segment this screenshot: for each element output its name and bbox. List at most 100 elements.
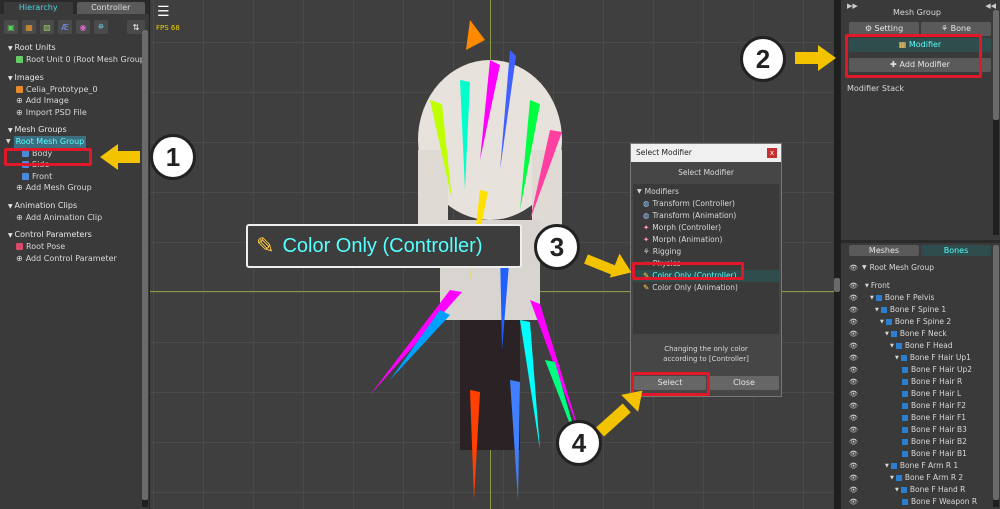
bone-row[interactable]: 👁 ▼ Bone F Spine 2 bbox=[849, 316, 991, 328]
section-title[interactable]: Control Parameters bbox=[8, 229, 149, 241]
list-item-root-mesh-group[interactable]: ▼ Root Mesh Group bbox=[6, 136, 149, 148]
eye-icon[interactable]: 👁 bbox=[849, 412, 859, 424]
modifier-item[interactable]: ✎ Color Only (Animation) bbox=[633, 282, 779, 294]
tab-bones[interactable]: Bones bbox=[921, 245, 991, 256]
modifier-item[interactable]: ⚘ Rigging bbox=[633, 246, 779, 258]
expand-icon[interactable]: ▼ bbox=[875, 304, 879, 316]
expand-icon[interactable]: ▼ bbox=[890, 472, 894, 484]
bone-label: Bone F Hair B1 bbox=[911, 449, 967, 458]
zoom-callout: ✎ Color Only (Controller) bbox=[246, 224, 522, 268]
bone-icon bbox=[902, 499, 908, 505]
scroll-thumb[interactable] bbox=[993, 245, 999, 500]
list-item[interactable]: ⊕ Add Control Parameter bbox=[8, 253, 149, 265]
modifier-item[interactable]: ✦ Morph (Controller) bbox=[633, 222, 779, 234]
bone-row[interactable]: 👁 Bone F Hair L bbox=[849, 388, 991, 400]
bone-row[interactable]: 👁 Bone F Hair Up2 bbox=[849, 364, 991, 376]
bone-row[interactable]: 👁 Bone F Hair F2 bbox=[849, 400, 991, 412]
bone-row[interactable]: 👁 Bone F Hair B1 bbox=[849, 448, 991, 460]
left-scrollbar[interactable] bbox=[142, 30, 148, 507]
eye-icon[interactable]: 👁 bbox=[849, 292, 859, 304]
bone-row[interactable]: 👁 ▼ Bone F Head bbox=[849, 340, 991, 352]
bone-icon bbox=[902, 451, 908, 457]
eye-icon[interactable]: 👁 bbox=[849, 436, 859, 448]
param-tool-icon[interactable]: ◉ bbox=[76, 20, 90, 34]
list-item[interactable]: Root Pose bbox=[8, 241, 149, 253]
eye-icon[interactable]: 👁 bbox=[849, 364, 859, 376]
bone-row[interactable]: 👁 ▼ Bone F Spine 1 bbox=[849, 304, 991, 316]
list-item[interactable]: Celia_Prototype_0 bbox=[8, 84, 149, 96]
eye-icon[interactable]: 👁 bbox=[849, 448, 859, 460]
modifier-item[interactable]: ◍ Transform (Controller) bbox=[633, 198, 779, 210]
scroll-thumb[interactable] bbox=[993, 10, 999, 120]
eye-icon[interactable]: 👁 bbox=[849, 388, 859, 400]
eye-icon[interactable]: 👁 bbox=[849, 484, 859, 496]
bone-row[interactable]: 👁 Bone F Weapon R bbox=[849, 496, 991, 508]
modifier-item[interactable]: ✦ Morph (Animation) bbox=[633, 234, 779, 246]
bone-row[interactable]: 👁 ▼ Bone F Arm R 1 bbox=[849, 460, 991, 472]
eye-icon[interactable]: 👁 bbox=[849, 304, 859, 316]
eye-icon[interactable]: 👁 bbox=[849, 316, 859, 328]
bone-row[interactable]: 👁 ▼ Front bbox=[849, 280, 991, 292]
bone-row[interactable]: 👁 ▼ Bone F Neck bbox=[849, 328, 991, 340]
eye-icon[interactable]: 👁 bbox=[849, 352, 859, 364]
bone-row[interactable]: 👁 Bone F Hair R bbox=[849, 376, 991, 388]
anim-tool-icon[interactable]: Æ bbox=[58, 20, 72, 34]
section-title[interactable]: Mesh Groups bbox=[8, 124, 149, 136]
bone-row[interactable]: 👁 Bone F Hair B2 bbox=[849, 436, 991, 448]
eye-icon[interactable]: 👁 bbox=[849, 262, 859, 274]
image-tool-icon[interactable]: ▦ bbox=[22, 20, 36, 34]
section-title[interactable]: Animation Clips bbox=[8, 200, 149, 212]
list-item[interactable]: Front bbox=[8, 171, 149, 183]
bone[interactable] bbox=[520, 320, 540, 450]
list-item[interactable]: ⊕ Add Animation Clip bbox=[8, 212, 149, 224]
eye-icon[interactable]: 👁 bbox=[849, 328, 859, 340]
list-item[interactable]: ⊕ Add Image bbox=[8, 95, 149, 107]
eye-icon[interactable]: 👁 bbox=[849, 340, 859, 352]
bone[interactable] bbox=[466, 20, 485, 50]
expand-icon[interactable]: ▼ bbox=[895, 484, 899, 496]
bone-row[interactable]: 👁 ▼ Bone F Hair Up1 bbox=[849, 352, 991, 364]
expand-icon[interactable]: ▼ bbox=[885, 460, 889, 472]
tab-meshes[interactable]: Meshes bbox=[849, 245, 919, 256]
modifier-item[interactable]: ◍ Transform (Animation) bbox=[633, 210, 779, 222]
expand-icon[interactable]: ▼ bbox=[880, 316, 884, 328]
expand-icon[interactable]: ▼ bbox=[885, 328, 889, 340]
expand-icon[interactable]: ▼ bbox=[890, 340, 894, 352]
expand-icon[interactable]: ▼ bbox=[895, 352, 899, 364]
eye-icon[interactable]: 👁 bbox=[849, 496, 859, 508]
bone-row[interactable]: 👁 ▼ Bone F Hand R bbox=[849, 484, 991, 496]
eye-icon[interactable]: 👁 bbox=[849, 472, 859, 484]
bone-row[interactable]: 👁 ▼ Bone F Arm R 2 bbox=[849, 472, 991, 484]
bone-root-row[interactable]: 👁 ▼ Root Mesh Group bbox=[849, 262, 934, 274]
right-upper-scrollbar[interactable] bbox=[993, 10, 999, 235]
eye-icon[interactable]: 👁 bbox=[849, 460, 859, 472]
bone[interactable] bbox=[390, 310, 450, 380]
eye-icon[interactable]: 👁 bbox=[849, 424, 859, 436]
eye-icon[interactable]: 👁 bbox=[849, 376, 859, 388]
tab-hierarchy[interactable]: Hierarchy bbox=[4, 2, 73, 14]
close-button[interactable]: Close bbox=[709, 376, 779, 390]
bone-row[interactable]: 👁 ▼ Bone F Pelvis bbox=[849, 292, 991, 304]
close-icon[interactable]: x bbox=[767, 148, 777, 158]
group-header[interactable]: ▼ Modifiers bbox=[633, 186, 779, 198]
group-tool-icon[interactable]: ▨ bbox=[40, 20, 54, 34]
expand-icon[interactable]: ▼ bbox=[870, 292, 874, 304]
list-item[interactable]: Root Unit 0 (Root Mesh Group) bbox=[8, 54, 149, 66]
filter-tool-icon[interactable]: ⛯ bbox=[94, 20, 108, 34]
bone[interactable] bbox=[370, 290, 462, 395]
scroll-thumb[interactable] bbox=[142, 30, 148, 500]
hamburger-icon[interactable]: ☰ bbox=[157, 4, 173, 20]
right-lower-scrollbar[interactable] bbox=[993, 245, 999, 507]
eye-icon[interactable]: 👁 bbox=[849, 280, 859, 292]
bone-row[interactable]: 👁 Bone F Hair B3 bbox=[849, 424, 991, 436]
mesh-tool-icon[interactable]: ▣ bbox=[4, 20, 18, 34]
expand-icon[interactable]: ▼ bbox=[865, 280, 869, 292]
eye-icon[interactable]: 👁 bbox=[849, 400, 859, 412]
tab-controller[interactable]: Controller bbox=[76, 2, 145, 14]
list-item[interactable]: ⊕ Import PSD File bbox=[8, 107, 149, 119]
section-title[interactable]: Root Units bbox=[8, 42, 149, 54]
list-item[interactable]: ⊕ Add Mesh Group bbox=[8, 182, 149, 194]
bone-label: Bone F Hair L bbox=[911, 389, 962, 398]
section-title[interactable]: Images bbox=[8, 72, 149, 84]
bone-row[interactable]: 👁 Bone F Hair F1 bbox=[849, 412, 991, 424]
